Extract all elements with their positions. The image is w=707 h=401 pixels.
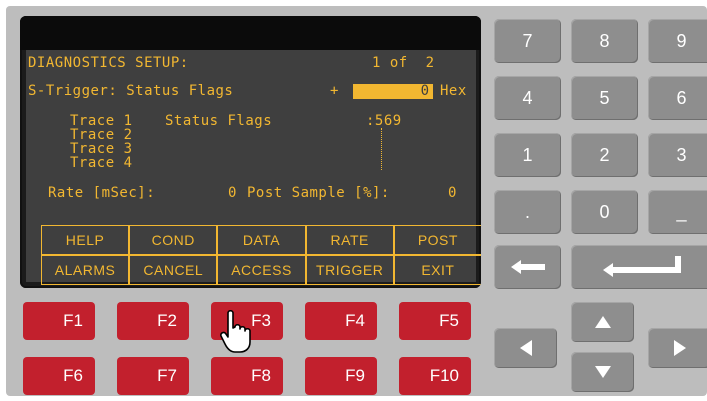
softkey-alarms[interactable]: ALARMS: [41, 255, 130, 285]
key-5[interactable]: 5: [571, 76, 638, 120]
post-sample-value: 0: [448, 185, 457, 201]
softkey-help[interactable]: HELP: [41, 225, 130, 255]
key-decimal[interactable]: .: [494, 190, 561, 234]
key-6[interactable]: 6: [648, 76, 707, 120]
softkey-grid: HELP COND DATA RATE POST ALARMS CANCEL A…: [41, 225, 481, 285]
trigger-unit: Hex: [440, 83, 467, 99]
arrow-down-icon: [594, 366, 611, 378]
arrow-left-icon: [519, 340, 532, 356]
key-8[interactable]: 8: [571, 19, 638, 63]
trace-label: Trace 2: [70, 127, 133, 143]
key-1[interactable]: 1: [494, 133, 561, 177]
left-arrow-icon: [510, 260, 545, 274]
softkey-trigger[interactable]: TRIGGER: [305, 255, 394, 285]
screen-title: DIAGNOSTICS SETUP:: [28, 55, 189, 71]
key-9[interactable]: 9: [648, 19, 707, 63]
arrow-up-icon: [594, 316, 611, 328]
lcd-display: DIAGNOSTICS SETUP: 1 of 2 S-Trigger: Sta…: [20, 16, 481, 288]
trace-label: Trace 1: [70, 113, 133, 129]
lcd-bezel: [20, 16, 481, 50]
softkey-exit[interactable]: EXIT: [393, 255, 481, 285]
key-4[interactable]: 4: [494, 76, 561, 120]
arrow-left-button[interactable]: [494, 328, 557, 368]
post-sample-label: Post Sample [%]:: [247, 185, 390, 201]
trigger-label: S-Trigger: Status Flags: [28, 83, 234, 99]
f9-button[interactable]: F9: [305, 357, 377, 395]
trace-value: :569: [366, 113, 402, 129]
softkey-cond[interactable]: COND: [129, 225, 218, 255]
trace-desc: Status Flags: [165, 113, 273, 129]
softkey-rate[interactable]: RATE: [305, 225, 394, 255]
key-minus[interactable]: _: [648, 190, 707, 234]
enter-button[interactable]: [571, 245, 707, 289]
trigger-value-field[interactable]: 0: [353, 84, 433, 99]
arrow-right-button[interactable]: [648, 328, 707, 368]
rate-label: Rate [mSec]:: [48, 185, 156, 201]
trace-label: Trace 3: [70, 141, 133, 157]
f5-button[interactable]: F5: [399, 302, 471, 340]
softkey-post[interactable]: POST: [393, 225, 481, 255]
f2-button[interactable]: F2: [117, 302, 189, 340]
arrow-right-icon: [673, 340, 686, 356]
arrow-up-button[interactable]: [571, 302, 634, 342]
enter-arrow-icon: [603, 256, 681, 277]
page-indicator: 1 of 2: [372, 55, 435, 71]
trace-label: Trace 4: [70, 155, 133, 171]
hand-pointer-icon: [220, 310, 251, 353]
trigger-sign: +: [330, 83, 339, 99]
key-0[interactable]: 0: [571, 190, 638, 234]
arrow-down-button[interactable]: [571, 352, 634, 392]
key-7[interactable]: 7: [494, 19, 561, 63]
rate-value: 0: [228, 185, 237, 201]
control-panel: DIAGNOSTICS SETUP: 1 of 2 S-Trigger: Sta…: [6, 6, 707, 396]
trigger-value: 0: [420, 83, 429, 99]
f6-button[interactable]: F6: [23, 357, 95, 395]
softkey-access[interactable]: ACCESS: [217, 255, 306, 285]
key-3[interactable]: 3: [648, 133, 707, 177]
f10-button[interactable]: F10: [399, 357, 471, 395]
f4-button[interactable]: F4: [305, 302, 377, 340]
backspace-button[interactable]: [494, 245, 561, 289]
f8-button[interactable]: F8: [211, 357, 283, 395]
f1-button[interactable]: F1: [23, 302, 95, 340]
softkey-cancel[interactable]: CANCEL: [129, 255, 218, 285]
trace-value-separator: [381, 128, 383, 170]
key-2[interactable]: 2: [571, 133, 638, 177]
f7-button[interactable]: F7: [117, 357, 189, 395]
softkey-data[interactable]: DATA: [217, 225, 306, 255]
